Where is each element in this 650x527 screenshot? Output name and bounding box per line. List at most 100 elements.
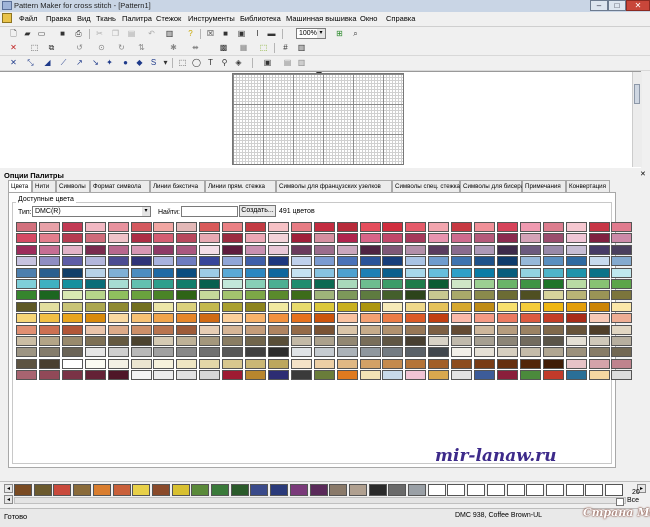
color-swatch[interactable] [313, 267, 335, 278]
color-swatch[interactable] [267, 313, 289, 324]
color-swatch[interactable] [542, 336, 564, 346]
color-swatch[interactable] [405, 244, 427, 255]
color-swatch[interactable] [245, 336, 266, 346]
quarter-stitch-icon[interactable]: ◢ [42, 57, 53, 68]
color-swatch[interactable] [222, 336, 244, 346]
color-swatch[interactable] [336, 222, 358, 232]
color-swatch[interactable] [61, 290, 83, 301]
color-swatch[interactable] [107, 358, 129, 369]
color-swatch[interactable] [611, 279, 633, 289]
color-swatch[interactable] [61, 256, 83, 267]
color-swatch[interactable] [519, 313, 541, 324]
color-swatch[interactable] [611, 301, 633, 312]
open-icon[interactable]: ▭ [36, 28, 47, 39]
color-swatch[interactable] [451, 301, 473, 312]
color-swatch[interactable] [428, 358, 450, 369]
color-swatch[interactable] [313, 347, 335, 358]
palette-color-swatch[interactable] [368, 484, 387, 496]
palette-color-swatch[interactable] [191, 484, 210, 496]
document-icon[interactable] [2, 13, 12, 23]
color-swatch[interactable] [16, 267, 37, 278]
color-swatch[interactable] [153, 301, 175, 312]
color-swatch[interactable] [38, 290, 60, 301]
color-swatch[interactable] [84, 279, 106, 289]
backstitch-icon[interactable]: ⟋ [58, 57, 69, 68]
color-swatch[interactable] [542, 290, 564, 301]
color-swatch[interactable] [130, 370, 152, 381]
color-swatch[interactable] [428, 279, 450, 289]
color-swatch[interactable] [222, 290, 244, 301]
tab-straight-stitch-lines[interactable]: Линии прям. стежка [205, 180, 276, 192]
color-swatch[interactable] [451, 244, 473, 255]
color-swatch[interactable] [382, 279, 404, 289]
color-swatch[interactable] [519, 336, 541, 346]
color-swatch[interactable] [222, 347, 244, 358]
thread-type-select[interactable]: DMC(R) ▾ [32, 206, 151, 217]
color-swatch[interactable] [474, 290, 495, 301]
color-swatch[interactable] [107, 347, 129, 358]
color-swatch[interactable] [38, 279, 60, 289]
color-swatch[interactable] [474, 244, 495, 255]
color-swatch[interactable] [519, 290, 541, 301]
color-swatch[interactable] [611, 256, 633, 267]
color-swatch[interactable] [16, 222, 37, 232]
color-swatch[interactable] [336, 244, 358, 255]
menu-view[interactable]: Вид [77, 14, 91, 23]
color-swatch[interactable] [130, 301, 152, 312]
color-swatch[interactable] [290, 233, 312, 244]
color-swatch[interactable] [38, 244, 60, 255]
color-swatch[interactable] [84, 347, 106, 358]
color-swatch[interactable] [222, 370, 244, 381]
color-swatch[interactable] [176, 279, 198, 289]
color-swatch[interactable] [16, 233, 37, 244]
color-swatch[interactable] [245, 347, 266, 358]
color-swatch[interactable] [199, 324, 221, 335]
color-swatch[interactable] [542, 301, 564, 312]
print-icon[interactable]: ⎙ [73, 28, 84, 39]
color-swatch[interactable] [519, 358, 541, 369]
color-swatch[interactable] [382, 336, 404, 346]
color-swatch[interactable] [130, 244, 152, 255]
color-swatch[interactable] [38, 256, 60, 267]
color-swatch[interactable] [290, 256, 312, 267]
color-swatch[interactable] [474, 267, 495, 278]
symbol-s-icon[interactable]: S [148, 57, 159, 68]
color-swatch[interactable] [359, 256, 381, 267]
color-swatch[interactable] [107, 244, 129, 255]
color-swatch[interactable] [451, 279, 473, 289]
color-swatch[interactable] [222, 279, 244, 289]
color-swatch[interactable] [428, 336, 450, 346]
color-swatch[interactable] [474, 324, 495, 335]
color-swatch[interactable] [199, 267, 221, 278]
text-i-icon[interactable]: I [252, 28, 263, 39]
color-swatch[interactable] [588, 256, 610, 267]
color-swatch[interactable] [107, 324, 129, 335]
color-swatch[interactable] [61, 324, 83, 335]
half-stitch-icon[interactable]: ⤡ [25, 57, 36, 68]
color-swatch[interactable] [565, 358, 587, 369]
color-swatch[interactable] [588, 336, 610, 346]
color-swatch[interactable] [382, 267, 404, 278]
color-swatch[interactable] [199, 233, 221, 244]
color-swatch[interactable] [199, 244, 221, 255]
color-swatch[interactable] [153, 222, 175, 232]
layers-icon[interactable]: ▤ [282, 57, 293, 68]
paste-special-icon[interactable]: ▥ [164, 28, 175, 39]
color-swatch[interactable] [290, 324, 312, 335]
save-icon[interactable]: ■ [57, 28, 68, 39]
color-swatch[interactable] [199, 290, 221, 301]
color-swatch[interactable] [359, 313, 381, 324]
color-swatch[interactable] [565, 347, 587, 358]
color-swatch[interactable] [382, 370, 404, 381]
color-swatch[interactable] [474, 279, 495, 289]
palette-color-swatch[interactable] [92, 484, 111, 496]
color-swatch[interactable] [382, 347, 404, 358]
color-swatch[interactable] [267, 222, 289, 232]
color-swatch[interactable] [405, 267, 427, 278]
color-swatch[interactable] [290, 347, 312, 358]
color-swatch[interactable] [428, 256, 450, 267]
color-swatch[interactable] [359, 244, 381, 255]
tab-special-stitch-symbols[interactable]: Символы спец. стежка [392, 180, 460, 192]
color-swatch[interactable] [245, 290, 266, 301]
color-swatch[interactable] [130, 233, 152, 244]
